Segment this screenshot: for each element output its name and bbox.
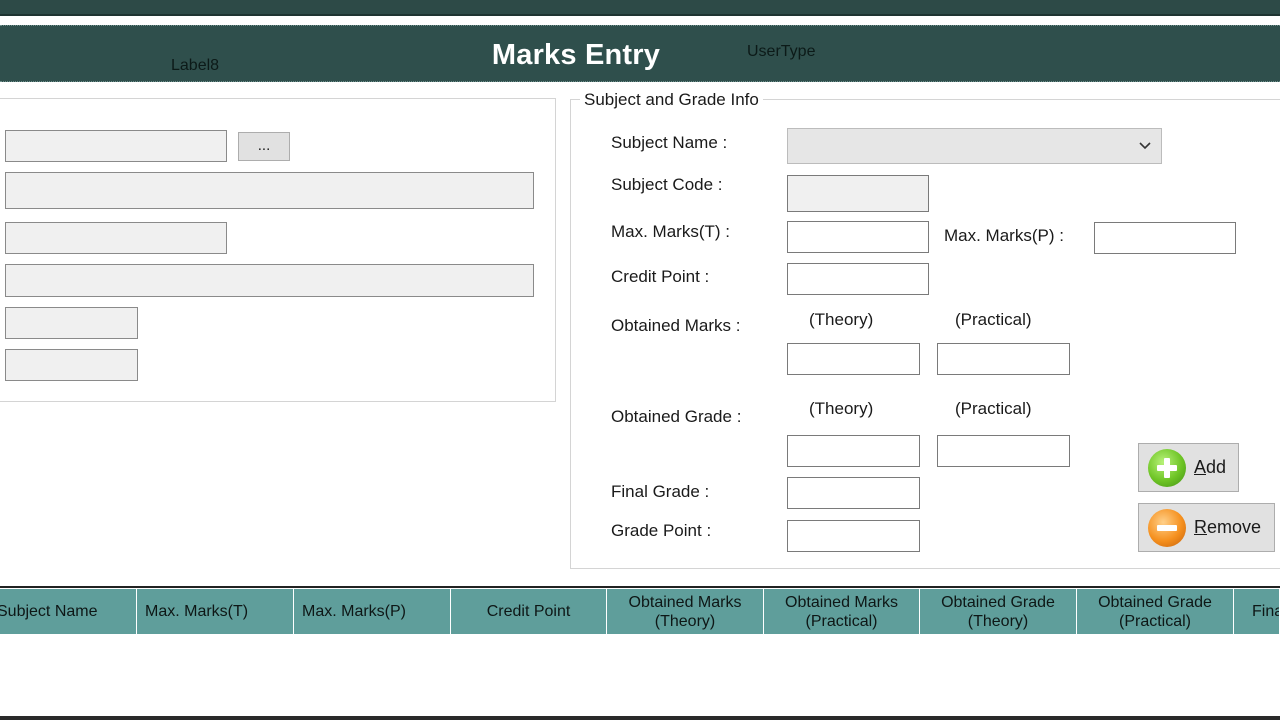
course-field[interactable] [5, 264, 534, 297]
marks-grid-body[interactable] [0, 634, 1280, 716]
subject-code-field[interactable] [787, 175, 929, 212]
grid-column-header[interactable]: Subject Name [0, 589, 137, 634]
subject-code-label: Subject Code : [611, 175, 723, 194]
minus-circle-icon [1148, 508, 1186, 547]
subject-grade-group-title: Subject and Grade Info [580, 90, 763, 110]
session-field[interactable] [5, 349, 138, 381]
user-type-label: UserType [747, 43, 816, 60]
subject-name-label: Subject Name : [611, 133, 728, 152]
final-grade-field[interactable] [787, 477, 920, 509]
grid-column-header[interactable]: Obtained Marks (Practical) [764, 589, 920, 634]
max-marks-theory-field[interactable] [787, 221, 929, 253]
obtained-grade-practical-caption: (Practical) [955, 399, 1032, 418]
chevron-down-icon [1138, 135, 1152, 162]
remove-button[interactable]: Remove [1138, 503, 1275, 552]
semester-field[interactable] [5, 307, 138, 339]
grid-column-header[interactable]: Obtained Marks (Theory) [607, 589, 764, 634]
obtained-grade-theory-caption: (Theory) [809, 399, 874, 418]
plus-circle-icon [1148, 448, 1186, 487]
roll-number-field[interactable] [5, 222, 227, 254]
grid-bottom-border [0, 716, 1280, 720]
add-button[interactable]: Add [1138, 443, 1239, 492]
obtained-marks-practical-field[interactable] [937, 343, 1070, 375]
label8-text: Label8 [171, 57, 220, 74]
grid-column-header[interactable]: Obtained Grade (Practical) [1077, 589, 1234, 634]
browse-button[interactable]: ... [238, 132, 290, 161]
grid-top-border [0, 586, 1280, 588]
obtained-grade-label: Obtained Grade : [611, 407, 742, 426]
max-marks-theory-label: Max. Marks(T) : [611, 222, 730, 241]
obtained-marks-theory-caption: (Theory) [809, 310, 874, 329]
obtained-marks-label: Obtained Marks : [611, 316, 741, 335]
student-name-field[interactable] [5, 172, 534, 209]
add-button-label: Add [1194, 457, 1227, 477]
max-marks-practical-label: Max. Marks(P) : [944, 226, 1064, 245]
student-id-field[interactable] [5, 130, 227, 162]
remove-button-label: Remove [1194, 517, 1262, 537]
grid-column-header[interactable]: Max. Marks(T) [137, 589, 294, 634]
grid-column-header[interactable]: Credit Point [451, 589, 607, 634]
obtained-marks-practical-caption: (Practical) [955, 310, 1032, 329]
grid-column-header[interactable]: Max. Marks(P) [294, 589, 451, 634]
obtained-grade-practical-field[interactable] [937, 435, 1070, 467]
marks-grid-header: Subject Name Max. Marks(T) Max. Marks(P)… [0, 589, 1280, 634]
grade-point-label: Grade Point : [611, 521, 712, 540]
final-grade-label: Final Grade : [611, 482, 710, 501]
grid-column-header[interactable]: Fina [1234, 589, 1279, 634]
grade-point-field[interactable] [787, 520, 920, 552]
credit-point-field[interactable] [787, 263, 929, 295]
max-marks-practical-field[interactable] [1094, 222, 1236, 254]
credit-point-label: Credit Point : [611, 267, 710, 286]
grid-column-header[interactable]: Obtained Grade (Theory) [920, 589, 1077, 634]
obtained-marks-theory-field[interactable] [787, 343, 920, 375]
header-banner: Marks Entry Label8 UserType [0, 25, 1280, 82]
subject-name-dropdown[interactable] [787, 128, 1162, 164]
obtained-grade-theory-field[interactable] [787, 435, 920, 467]
top-strip-divider [0, 14, 1280, 16]
